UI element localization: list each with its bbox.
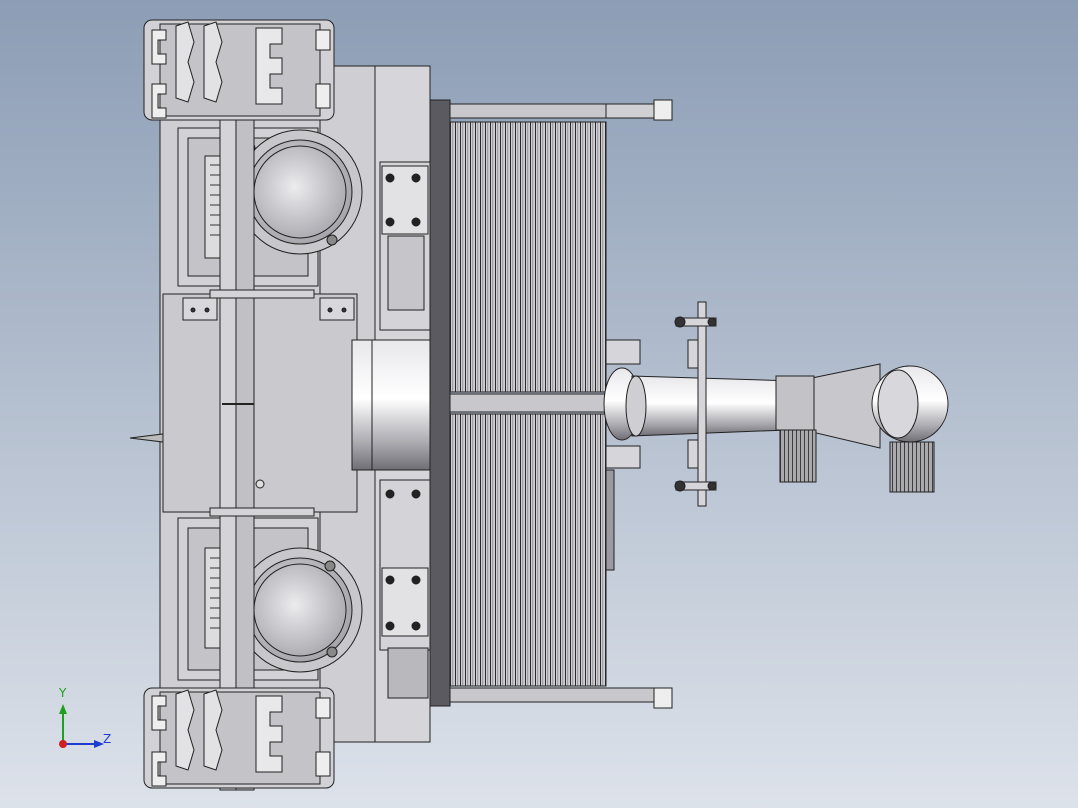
- cad-viewport[interactable]: Y Z: [0, 0, 1078, 808]
- stepper-motor-1[interactable]: [775, 375, 817, 483]
- triad-y-label: Y: [59, 686, 67, 700]
- triad-x-axis: [59, 740, 67, 748]
- main-cylinder[interactable]: [351, 339, 433, 471]
- track-bottom[interactable]: [143, 687, 335, 789]
- stepper-motor-2[interactable]: [889, 441, 935, 493]
- cad-model-view: [0, 0, 1078, 808]
- triad-z-label: Z: [103, 732, 112, 746]
- track-top[interactable]: [143, 19, 335, 121]
